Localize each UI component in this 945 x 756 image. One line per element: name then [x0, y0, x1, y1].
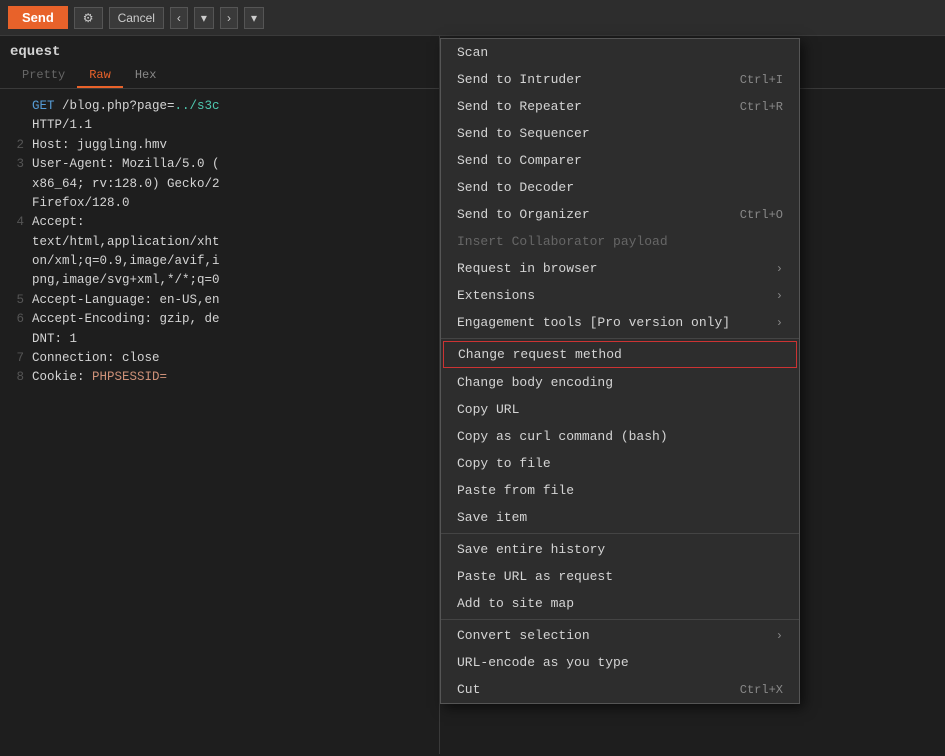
menu-label: Change body encoding	[457, 375, 613, 390]
menu-item-send-decoder[interactable]: Send to Decoder	[441, 174, 799, 201]
menu-shortcut: Ctrl+O	[740, 208, 783, 222]
menu-label: Save entire history	[457, 542, 605, 557]
menu-label: Paste URL as request	[457, 569, 613, 584]
menu-item-save-item[interactable]: Save item	[441, 504, 799, 531]
code-line: 4Accept:	[10, 213, 429, 232]
menu-label: Request in browser	[457, 261, 597, 276]
menu-label: Copy as curl command (bash)	[457, 429, 668, 444]
menu-item-request-browser[interactable]: Request in browser ›	[441, 255, 799, 282]
menu-label: Copy to file	[457, 456, 551, 471]
nav-fwd-button[interactable]: ›	[220, 7, 238, 29]
menu-label: Send to Organizer	[457, 207, 590, 222]
menu-item-engagement-tools[interactable]: Engagement tools [Pro version only] ›	[441, 309, 799, 336]
menu-item-cut[interactable]: Cut Ctrl+X	[441, 676, 799, 703]
toolbar: Send ⚙ Cancel ‹ ▾ › ▾	[0, 0, 945, 36]
nav-back-button[interactable]: ‹	[170, 7, 188, 29]
code-line: x86_64; rv:128.0) Gecko/2	[10, 175, 429, 194]
request-code[interactable]: GET /blog.php?page=../s3c HTTP/1.1 2Host…	[0, 89, 439, 754]
menu-item-copy-url[interactable]: Copy URL	[441, 396, 799, 423]
tab-pretty[interactable]: Pretty	[10, 64, 77, 88]
menu-label: Engagement tools [Pro version only]	[457, 315, 730, 330]
menu-label: Convert selection	[457, 628, 590, 643]
menu-item-extensions[interactable]: Extensions ›	[441, 282, 799, 309]
code-line: 8Cookie: PHPSESSID=	[10, 368, 429, 387]
menu-item-convert-selection[interactable]: Convert selection ›	[441, 622, 799, 649]
code-line	[10, 388, 429, 407]
code-line: text/html,application/xht	[10, 233, 429, 252]
menu-item-send-organizer[interactable]: Send to Organizer Ctrl+O	[441, 201, 799, 228]
menu-item-change-request-method[interactable]: Change request method	[443, 341, 797, 368]
submenu-arrow-icon: ›	[776, 262, 783, 276]
menu-item-scan[interactable]: Scan	[441, 39, 799, 66]
nav-back-dropdown-button[interactable]: ▾	[194, 7, 214, 29]
menu-divider	[441, 338, 799, 339]
menu-item-copy-file[interactable]: Copy to file	[441, 450, 799, 477]
nav-fwd-dropdown-button[interactable]: ▾	[244, 7, 264, 29]
menu-item-add-site-map[interactable]: Add to site map	[441, 590, 799, 617]
menu-label: URL-encode as you type	[457, 655, 629, 670]
code-line: Firefox/128.0	[10, 194, 429, 213]
menu-label: Send to Comparer	[457, 153, 582, 168]
code-line: 6Accept-Encoding: gzip, de	[10, 310, 429, 329]
menu-item-send-sequencer[interactable]: Send to Sequencer	[441, 120, 799, 147]
send-button[interactable]: Send	[8, 6, 68, 29]
menu-label: Send to Intruder	[457, 72, 582, 87]
menu-label: Cut	[457, 682, 480, 697]
menu-item-send-comparer[interactable]: Send to Comparer	[441, 147, 799, 174]
cancel-button[interactable]: Cancel	[109, 7, 164, 29]
menu-divider	[441, 619, 799, 620]
settings-button[interactable]: ⚙	[74, 7, 103, 29]
tab-hex[interactable]: Hex	[123, 64, 169, 88]
menu-item-save-history[interactable]: Save entire history	[441, 536, 799, 563]
menu-label: Paste from file	[457, 483, 574, 498]
submenu-arrow-icon: ›	[776, 289, 783, 303]
menu-label: Insert Collaborator payload	[457, 234, 668, 249]
request-title: equest	[0, 36, 439, 64]
menu-item-send-intruder[interactable]: Send to Intruder Ctrl+I	[441, 66, 799, 93]
code-line: 3User-Agent: Mozilla/5.0 (	[10, 155, 429, 174]
menu-label: Send to Sequencer	[457, 126, 590, 141]
left-panel: equest Pretty Raw Hex GET /blog.php?page…	[0, 36, 440, 754]
code-line: 5Accept-Language: en-US,en	[10, 291, 429, 310]
code-line: GET /blog.php?page=../s3c	[10, 97, 429, 116]
menu-shortcut: Ctrl+X	[740, 683, 783, 697]
submenu-arrow-icon: ›	[776, 629, 783, 643]
menu-label: Send to Decoder	[457, 180, 574, 195]
menu-item-change-body-encoding[interactable]: Change body encoding	[441, 369, 799, 396]
menu-label: Add to site map	[457, 596, 574, 611]
tab-raw[interactable]: Raw	[77, 64, 123, 88]
menu-label: Change request method	[458, 347, 622, 362]
code-line: 7Connection: close	[10, 349, 429, 368]
code-line: DNT: 1	[10, 330, 429, 349]
code-line: on/xml;q=0.9,image/avif,i	[10, 252, 429, 271]
menu-label: Copy URL	[457, 402, 519, 417]
request-tabs: Pretty Raw Hex	[0, 64, 439, 89]
code-line: 2Host: juggling.hmv	[10, 136, 429, 155]
menu-label: Scan	[457, 45, 488, 60]
menu-item-paste-url[interactable]: Paste URL as request	[441, 563, 799, 590]
menu-label: Send to Repeater	[457, 99, 582, 114]
menu-item-paste-file[interactable]: Paste from file	[441, 477, 799, 504]
code-line: png,image/svg+xml,*/*;q=0	[10, 271, 429, 290]
menu-item-url-encode[interactable]: URL-encode as you type	[441, 649, 799, 676]
menu-label: Save item	[457, 510, 527, 525]
menu-item-send-repeater[interactable]: Send to Repeater Ctrl+R	[441, 93, 799, 120]
menu-shortcut: Ctrl+I	[740, 73, 783, 87]
context-menu: Scan Send to Intruder Ctrl+I Send to Repeat…	[440, 38, 800, 704]
code-line: HTTP/1.1	[10, 116, 429, 135]
menu-label: Extensions	[457, 288, 535, 303]
menu-shortcut: Ctrl+R	[740, 100, 783, 114]
submenu-arrow-icon: ›	[776, 316, 783, 330]
menu-item-copy-curl[interactable]: Copy as curl command (bash)	[441, 423, 799, 450]
menu-divider	[441, 533, 799, 534]
menu-item-insert-collaborator: Insert Collaborator payload	[441, 228, 799, 255]
